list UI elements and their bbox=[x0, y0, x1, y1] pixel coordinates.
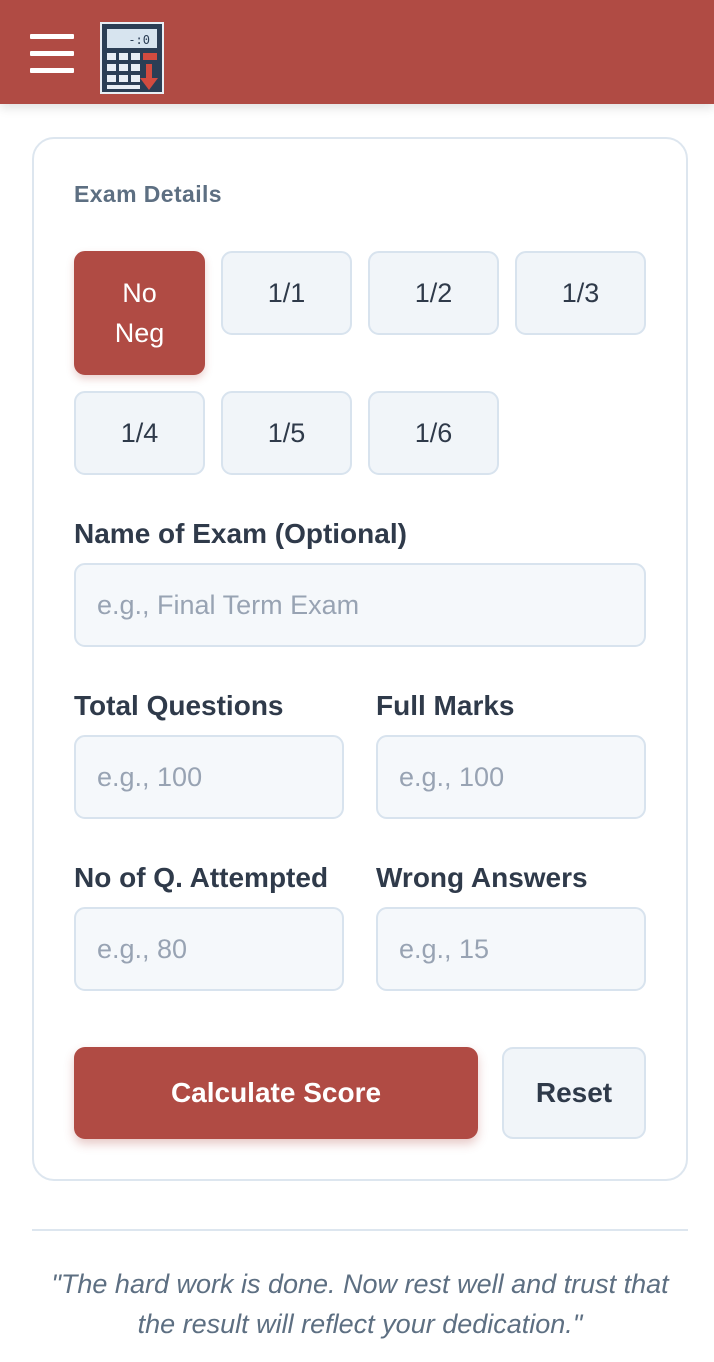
total-questions-input[interactable] bbox=[74, 735, 344, 819]
svg-text:-:0: -:0 bbox=[128, 33, 150, 47]
option-1-5[interactable]: 1/5 bbox=[221, 391, 352, 475]
option-1-3[interactable]: 1/3 bbox=[515, 251, 646, 335]
hamburger-menu-icon[interactable] bbox=[30, 32, 74, 76]
exam-name-input[interactable] bbox=[74, 563, 646, 647]
full-marks-input[interactable] bbox=[376, 735, 646, 819]
calculate-score-button[interactable]: Calculate Score bbox=[74, 1047, 478, 1139]
full-marks-label: Full Marks bbox=[376, 690, 515, 721]
top-app-bar: -:0 bbox=[0, 0, 714, 104]
total-questions-label: Total Questions bbox=[74, 690, 284, 721]
option-1-1[interactable]: 1/1 bbox=[221, 251, 352, 335]
motivational-quote: "The hard work is done. Now rest well an… bbox=[51, 1269, 669, 1339]
option-1-6[interactable]: 1/6 bbox=[368, 391, 499, 475]
wrong-answers-label: Wrong Answers bbox=[376, 862, 588, 893]
reset-button[interactable]: Reset bbox=[502, 1047, 646, 1139]
attempted-input[interactable] bbox=[74, 907, 344, 991]
wrong-answers-input[interactable] bbox=[376, 907, 646, 991]
calculator-icon[interactable]: -:0 bbox=[100, 22, 164, 94]
option-1-4[interactable]: 1/4 bbox=[74, 391, 205, 475]
exam-name-label: Name of Exam (Optional) bbox=[74, 518, 407, 549]
option-1-2[interactable]: 1/2 bbox=[368, 251, 499, 335]
attempted-label: No of Q. Attempted bbox=[74, 862, 329, 893]
section-title: Exam Details bbox=[74, 181, 222, 207]
divider bbox=[32, 1229, 688, 1231]
option-no-neg[interactable]: No Neg bbox=[74, 251, 205, 375]
